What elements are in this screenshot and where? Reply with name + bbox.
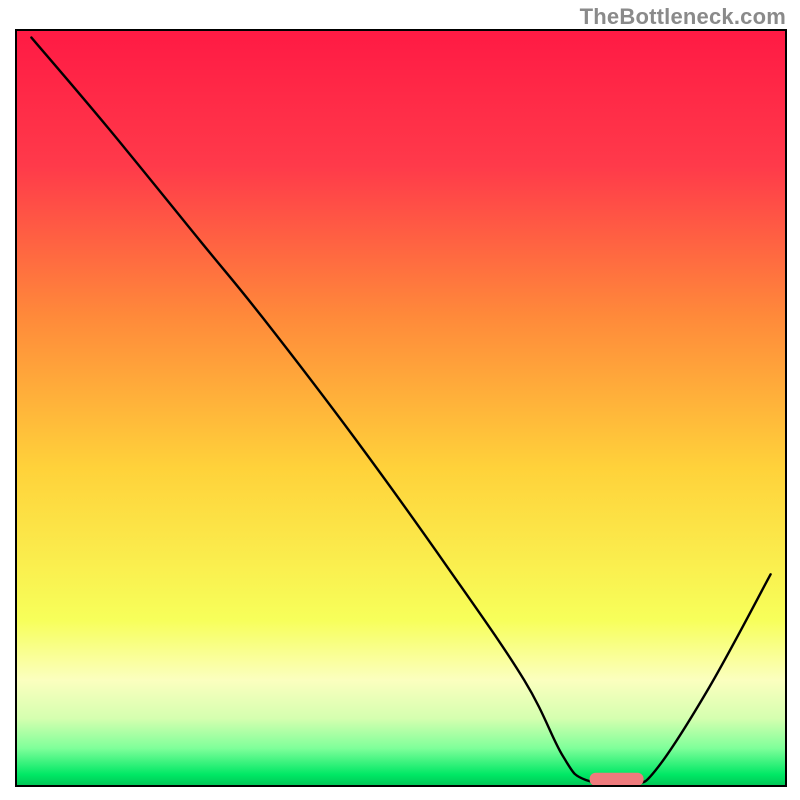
optimal-zone-marker <box>590 773 644 786</box>
chart-svg <box>0 0 800 800</box>
watermark-text: TheBottleneck.com <box>580 4 786 30</box>
chart-stage: TheBottleneck.com <box>0 0 800 800</box>
plot-background <box>16 30 786 786</box>
